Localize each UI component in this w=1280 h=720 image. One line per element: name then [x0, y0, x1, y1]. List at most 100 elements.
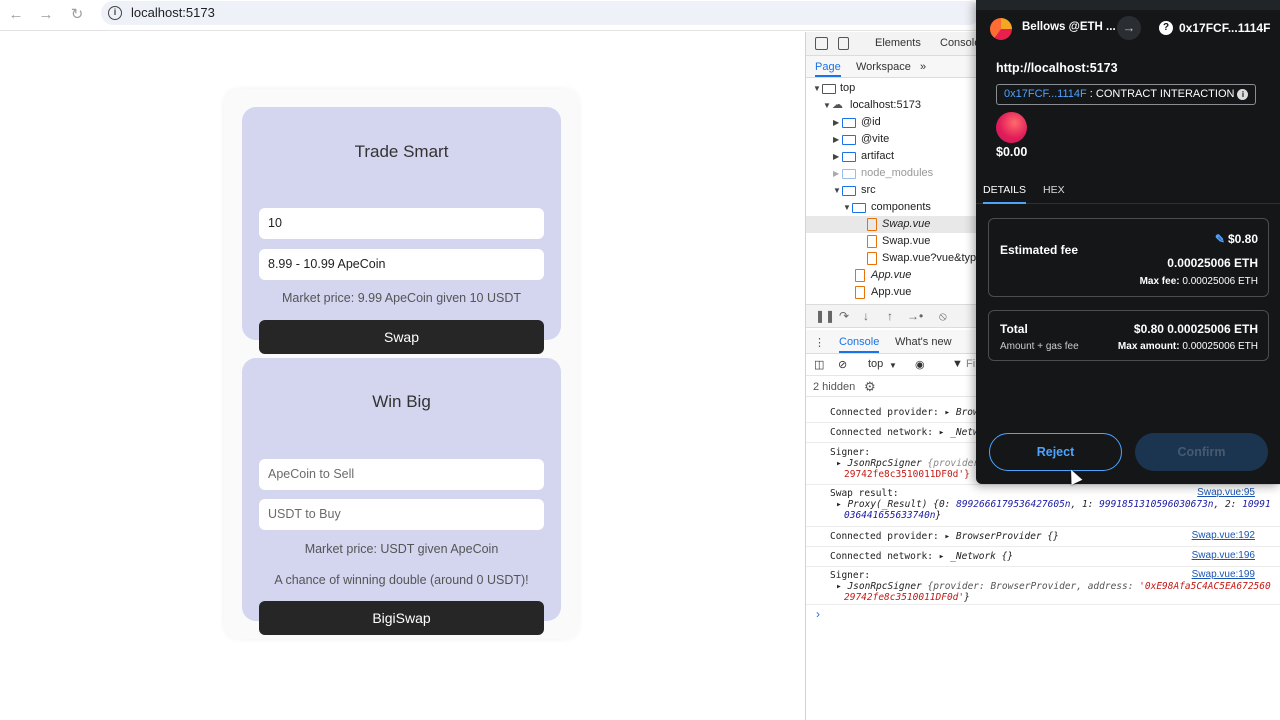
trade-smart-card: Trade Smart 10 8.99 - 10.99 ApeCoin Mark… — [242, 107, 561, 354]
step-into-icon[interactable]: ↓ — [863, 309, 869, 323]
hidden-count: 2 hidden — [813, 381, 856, 393]
step-icon[interactable]: →• — [907, 309, 923, 323]
account-avatar — [990, 18, 1012, 40]
source-link[interactable]: Swap.vue:95 — [1197, 487, 1255, 498]
file-icon — [867, 252, 877, 265]
console-message: Signer: Swap.vue:199 ▸ JsonRpcSigner {pr… — [806, 567, 1280, 605]
question-icon: ? — [1159, 21, 1173, 35]
tab-hex[interactable]: HEX — [1043, 184, 1065, 196]
deactivate-breakpoints-icon[interactable]: ⦸ — [939, 309, 947, 324]
console-prompt-icon[interactable]: › — [816, 607, 820, 621]
balance-value: $0.00 — [996, 145, 1028, 159]
tree-label: artifact — [861, 150, 895, 162]
recipient-address[interactable]: 0x17FCF...1114F — [1179, 21, 1270, 35]
pill-label: : CONTRACT INTERACTION — [1086, 88, 1235, 100]
chance-text: A chance of winning double (around 0 USD… — [274, 573, 529, 587]
apecoin-range-input[interactable]: 8.99 - 10.99 ApeCoin — [259, 249, 544, 280]
folder-icon — [852, 203, 866, 213]
clear-console-icon[interactable]: ⊘ — [838, 358, 847, 371]
total-value: $0.80 0.00025006 ETH — [1133, 322, 1258, 336]
fee-usd: $0.80 — [1227, 232, 1258, 246]
info-icon[interactable]: i — [1237, 89, 1249, 100]
tab-details[interactable]: DETAILS — [983, 184, 1026, 204]
tree-label: App.vue — [871, 269, 912, 281]
details-tabs: DETAILS HEX — [976, 178, 1280, 204]
sidebar-toggle-icon[interactable]: ◫ — [814, 358, 824, 371]
contract-address-link[interactable]: 0x17FCF...1114F — [1004, 88, 1087, 100]
console-message: Swap result: Swap.vue:95 ▸ Proxy(_Result… — [806, 485, 1280, 527]
tree-label: Swap.vue — [882, 235, 931, 247]
tab-whats-new[interactable]: What's new — [895, 336, 952, 348]
screen: ← → ↻ i localhost:5173 Trade Smart 10 8.… — [0, 0, 1280, 720]
tab-elements[interactable]: Elements — [875, 37, 921, 49]
usdt-buy-input[interactable]: USDT to Buy — [259, 499, 544, 530]
card-title: Win Big — [372, 392, 431, 411]
back-arrow-icon[interactable]: ← — [5, 4, 27, 26]
total-sublabel: Amount + gas fee — [1000, 341, 1079, 352]
popup-header-strip — [976, 0, 1280, 10]
usdt-amount-input[interactable]: 10 — [259, 208, 544, 239]
total-label: Total — [1000, 322, 1028, 336]
tree-label: top — [840, 82, 856, 94]
url-text: localhost:5173 — [131, 5, 215, 20]
console-settings-gear-icon[interactable]: ⚙ — [864, 379, 876, 395]
estimated-fee-box: Estimated fee ✎ $0.80 0.00025006 ETH Max … — [988, 218, 1269, 297]
bigiswap-button[interactable]: BigiSwap — [259, 601, 544, 635]
site-info-icon[interactable]: i — [108, 6, 122, 20]
edit-pencil-icon[interactable]: ✎ — [1215, 232, 1225, 246]
contract-interaction-pill: 0x17FCF...1114F : CONTRACT INTERACTION i — [996, 84, 1257, 105]
file-icon — [867, 235, 877, 248]
step-over-icon[interactable]: ↷ — [839, 309, 849, 323]
step-out-icon[interactable]: ↑ — [887, 309, 893, 323]
fee-eth: 0.00025006 ETH — [1167, 256, 1258, 270]
source-link[interactable]: Swap.vue:192 — [1192, 530, 1255, 541]
wallet-confirmation-popup: Bellows @ETH ... → ? 0x17FCF...1114F htt… — [976, 0, 1280, 484]
live-expression-eye-icon[interactable]: ◉ — [915, 358, 925, 371]
tree-label: localhost:5173 — [850, 99, 921, 111]
tree-label: App.vue — [871, 286, 912, 298]
total-box: Total Amount + gas fee $0.80 0.00025006 … — [988, 310, 1269, 361]
filter-input[interactable]: Fi — [966, 358, 975, 370]
apecoin-sell-input[interactable]: ApeCoin to Sell — [259, 459, 544, 490]
tab-workspace[interactable]: Workspace — [856, 61, 911, 73]
estimated-fee-label: Estimated fee — [1000, 243, 1079, 257]
dropdown-arrow-icon[interactable]: ▼ — [889, 361, 897, 370]
folder-icon — [842, 186, 856, 196]
console-message: Connected provider: ▸ BrowserProvider {}… — [806, 527, 1280, 547]
account-name[interactable]: Bellows @ETH ... — [1022, 21, 1116, 33]
tab-page[interactable]: Page — [815, 61, 841, 77]
inspect-element-icon[interactable] — [815, 37, 828, 50]
token-icon — [996, 112, 1027, 143]
filter-icon[interactable]: ▼ — [952, 358, 963, 370]
reload-icon[interactable]: ↻ — [66, 4, 88, 26]
max-fee-value: 0.00025006 ETH — [1182, 276, 1258, 287]
device-toolbar-icon[interactable] — [838, 37, 849, 50]
origin-url: http://localhost:5173 — [996, 61, 1118, 75]
pause-icon[interactable]: ❚❚ — [815, 309, 835, 323]
folder-icon — [842, 152, 856, 162]
swap-button[interactable]: Swap — [259, 320, 544, 354]
drawer-menu-icon[interactable]: ⋮ — [814, 336, 825, 349]
folder-icon — [842, 135, 856, 145]
forward-arrow-icon[interactable]: → — [35, 4, 57, 26]
arrow-right-icon: → — [1117, 16, 1141, 40]
tree-label: src — [861, 184, 876, 196]
source-link[interactable]: Swap.vue:199 — [1192, 569, 1255, 580]
file-icon — [855, 269, 865, 282]
tab-console[interactable]: Console — [940, 37, 980, 49]
more-tabs-icon[interactable]: » — [920, 61, 926, 73]
source-link[interactable]: Swap.vue:196 — [1192, 550, 1255, 561]
cloud-icon: ☁ — [832, 99, 843, 111]
tree-label: @id — [861, 116, 881, 128]
max-amount-value: 0.00025006 ETH — [1182, 341, 1258, 352]
reject-button[interactable]: Reject — [989, 433, 1122, 471]
context-selector[interactable]: top — [868, 358, 883, 370]
folder-icon — [842, 118, 856, 128]
max-fee-label: Max fee: — [1139, 276, 1180, 287]
tree-label: components — [871, 201, 931, 213]
console-message: Connected network: ▸ _Network {} Swap.vu… — [806, 547, 1280, 567]
confirm-button[interactable]: Confirm — [1135, 433, 1268, 471]
address-bar[interactable]: i localhost:5173 — [101, 1, 981, 25]
tab-drawer-console[interactable]: Console — [839, 336, 880, 353]
tree-label: Swap.vue?vue&type — [882, 252, 983, 264]
